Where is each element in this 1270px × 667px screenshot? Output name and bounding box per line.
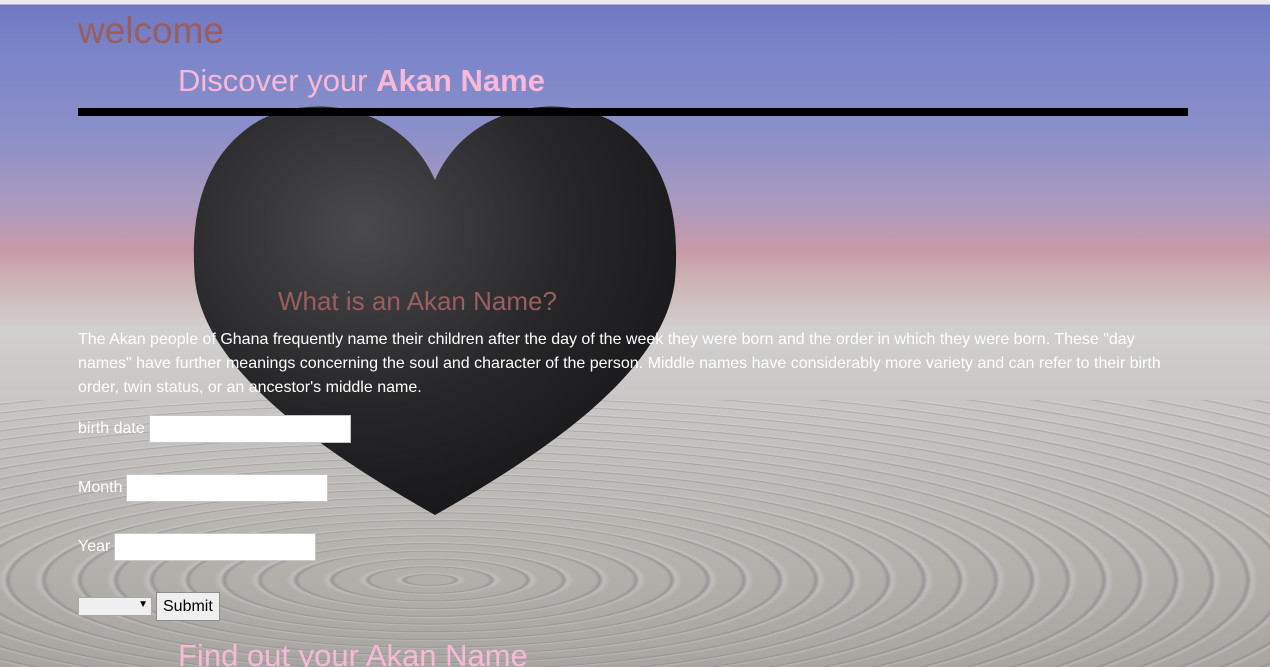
year-row: Year bbox=[78, 533, 317, 561]
welcome-heading: welcome bbox=[78, 10, 224, 51]
month-row: Month bbox=[78, 474, 329, 502]
chevron-down-icon: ▼ bbox=[138, 599, 148, 610]
discover-prefix: Discover your bbox=[178, 63, 377, 98]
discover-bold: Akan Name bbox=[376, 63, 545, 98]
intro-heading: What is an Akan Name? bbox=[278, 286, 557, 316]
month-label: Month bbox=[78, 479, 123, 496]
page-content: welcome Discover your Akan Name What is … bbox=[0, 0, 1270, 667]
submit-button[interactable]: Submit bbox=[156, 592, 220, 621]
birth-date-label: birth date bbox=[78, 420, 145, 437]
gender-select[interactable]: ▼ bbox=[78, 597, 152, 616]
birth-date-row: birth date bbox=[78, 415, 351, 443]
discover-heading: Discover your Akan Name bbox=[178, 63, 545, 99]
birth-date-input[interactable] bbox=[148, 415, 351, 443]
year-input[interactable] bbox=[114, 533, 317, 561]
month-input[interactable] bbox=[126, 474, 329, 502]
header-divider bbox=[78, 108, 1188, 116]
find-out-heading: Find out your Akan Name bbox=[178, 638, 528, 667]
year-label: Year bbox=[78, 538, 111, 555]
submit-row: ▼ Submit bbox=[78, 592, 220, 621]
intro-paragraph: The Akan people of Ghana frequently name… bbox=[78, 331, 1161, 396]
